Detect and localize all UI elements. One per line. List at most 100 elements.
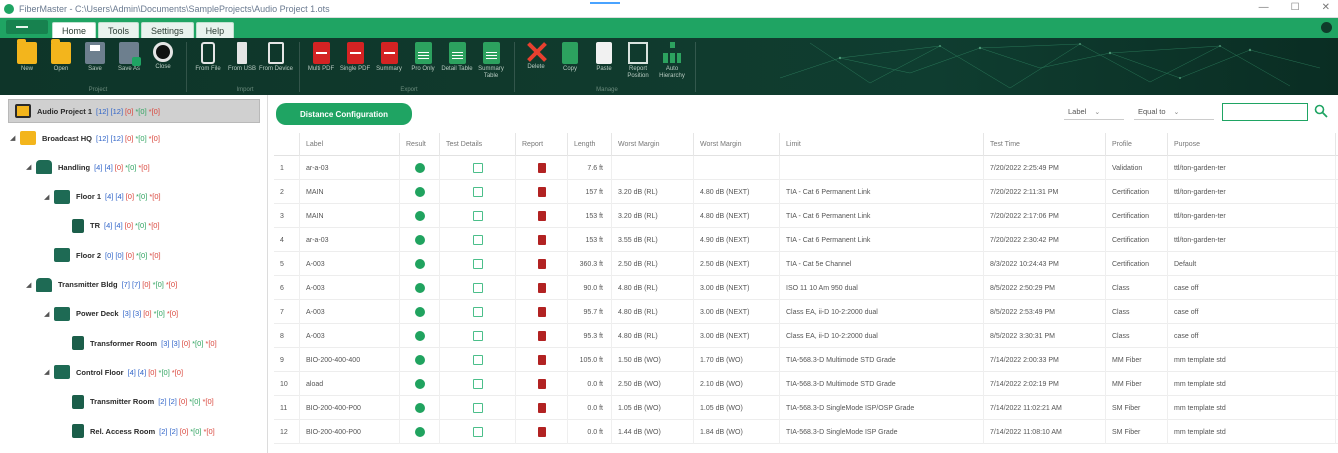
table-row[interactable]: 10 aload 0.0 ft 2.50 dB (WO) 2.10 dB (WO) TIA… bbox=[274, 372, 1338, 396]
close-project-button[interactable]: Close bbox=[146, 42, 180, 92]
table-row[interactable]: 12 BIO-200-400-P00 0.0 ft 1.44 dB (WO) 1.84 … bbox=[274, 420, 1338, 444]
column-header[interactable]: Report bbox=[516, 133, 568, 156]
ribbon-toggle-icon[interactable] bbox=[1321, 22, 1332, 33]
report-position-button[interactable]: Report Position bbox=[621, 42, 655, 92]
pdf-report-icon[interactable] bbox=[537, 331, 546, 341]
test-details-icon[interactable] bbox=[472, 427, 483, 437]
import-device-button[interactable]: From Device bbox=[259, 42, 293, 92]
column-header[interactable]: Result bbox=[400, 133, 440, 156]
open-button[interactable]: Open bbox=[44, 39, 78, 92]
row-number-header[interactable] bbox=[274, 133, 300, 156]
pdf-report-icon[interactable] bbox=[537, 163, 546, 173]
save-button[interactable]: Save bbox=[78, 42, 112, 92]
test-details-icon[interactable] bbox=[472, 187, 483, 197]
test-details-icon[interactable] bbox=[472, 355, 483, 365]
tree-node[interactable]: ◢ Transmitter Bldg [7] [7] [0] *[0] *[0] bbox=[26, 274, 179, 296]
tree-node[interactable]: TR [4] [4] [0] *[0] *[0] bbox=[62, 215, 162, 237]
pdf-report-icon[interactable] bbox=[537, 211, 546, 221]
column-header[interactable]: Test Time bbox=[984, 133, 1106, 156]
tab-home[interactable]: Home bbox=[52, 22, 97, 38]
delete-button[interactable]: Delete bbox=[519, 42, 553, 92]
export-single-pdf-button[interactable]: Single PDF bbox=[338, 42, 372, 92]
export-detail-table-button[interactable]: Detail Table bbox=[440, 42, 474, 92]
pdf-report-icon[interactable] bbox=[537, 307, 546, 317]
pdf-report-icon[interactable] bbox=[537, 259, 546, 269]
column-header[interactable]: Test Details bbox=[440, 133, 516, 156]
import-usb-button[interactable]: From USB bbox=[225, 42, 259, 92]
table-row[interactable]: 6 A-003 90.0 ft 4.80 dB (RL) 3.00 dB (NEXT) I… bbox=[274, 276, 1338, 300]
copy-button[interactable]: Copy bbox=[553, 42, 587, 92]
table-row[interactable]: 1 ar-a-03 7.6 ft 7/20/2022 2:25:49 PM Valida… bbox=[274, 156, 1338, 180]
pdf-report-icon[interactable] bbox=[537, 235, 546, 245]
test-details-icon[interactable] bbox=[472, 331, 483, 341]
pdf-report-icon[interactable] bbox=[537, 355, 546, 365]
save-as-button[interactable]: Save As bbox=[112, 42, 146, 92]
table-row[interactable]: 9 BIO-200-400-400 105.0 ft 1.50 dB (WO) 1.70… bbox=[274, 348, 1338, 372]
test-details-icon[interactable] bbox=[472, 283, 483, 293]
pdf-report-icon[interactable] bbox=[537, 403, 546, 413]
filter-operator-select[interactable]: Equal to ⌄ bbox=[1134, 104, 1214, 120]
table-cell bbox=[612, 156, 694, 180]
search-input[interactable] bbox=[1222, 103, 1308, 121]
test-details-icon[interactable] bbox=[472, 235, 483, 245]
tree-node[interactable]: Transmitter Room [2] [2] [0] *[0] *[0] bbox=[62, 391, 216, 413]
pdf-report-icon[interactable] bbox=[537, 283, 546, 293]
expand-chevron-icon[interactable]: ◢ bbox=[44, 193, 54, 201]
pdf-report-icon[interactable] bbox=[537, 379, 546, 389]
column-header[interactable]: Length bbox=[568, 133, 612, 156]
expand-chevron-icon[interactable]: ◢ bbox=[10, 134, 20, 142]
filter-field-select[interactable]: Label ⌄ bbox=[1064, 104, 1124, 120]
auto-hierarchy-button[interactable]: Auto Hierarchy bbox=[655, 42, 689, 92]
tab-tools[interactable]: Tools bbox=[98, 22, 140, 38]
export-multi-pdf-button[interactable]: Multi PDF bbox=[304, 42, 338, 92]
tree-node[interactable]: ◢ Floor 1 [4] [4] [0] *[0] *[0] bbox=[44, 186, 163, 208]
column-header[interactable]: Purpose bbox=[1168, 133, 1336, 156]
tree-node[interactable]: Rel. Access Room [2] [2] [0] *[0] *[0] bbox=[62, 420, 217, 442]
tree-node[interactable]: ◢ Control Floor [4] [4] [0] *[0] *[0] bbox=[44, 361, 185, 383]
file-menu-button[interactable] bbox=[6, 20, 48, 34]
search-icon[interactable] bbox=[1314, 104, 1328, 118]
close-window-icon[interactable]: ✕ bbox=[1322, 2, 1330, 13]
expand-chevron-icon[interactable]: ◢ bbox=[26, 163, 36, 171]
tab-help[interactable]: Help bbox=[195, 22, 235, 38]
tab-settings[interactable]: Settings bbox=[141, 22, 194, 38]
tree-node[interactable]: Audio Project 1 [12] [12] [0] *[0] *[0] bbox=[8, 99, 260, 123]
export-pro-button[interactable]: Pro Only bbox=[406, 42, 440, 92]
table-row[interactable]: 4 ar-a-03 153 ft 3.55 dB (RL) 4.90 dB (NEXT)… bbox=[274, 228, 1338, 252]
pdf-report-icon[interactable] bbox=[537, 187, 546, 197]
tree-node[interactable]: ◢ Handling [4] [4] [0] *[0] *[0] bbox=[26, 156, 152, 178]
table-row[interactable]: 7 A-003 95.7 ft 4.80 dB (RL) 3.00 dB (NEXT) C… bbox=[274, 300, 1338, 324]
import-file-button[interactable]: From File bbox=[191, 42, 225, 92]
paste-button[interactable]: Paste bbox=[587, 42, 621, 92]
export-summary-pdf-button[interactable]: Summary bbox=[372, 42, 406, 92]
test-details-icon[interactable] bbox=[472, 211, 483, 221]
column-header[interactable]: Limit bbox=[780, 133, 984, 156]
test-details-icon[interactable] bbox=[472, 403, 483, 413]
minimize-icon[interactable]: — bbox=[1259, 2, 1269, 13]
tree-node[interactable]: Transformer Room [3] [3] [0] *[0] *[0] bbox=[62, 332, 219, 354]
column-header[interactable]: Worst Margin bbox=[694, 133, 780, 156]
expand-chevron-icon[interactable]: ◢ bbox=[44, 368, 54, 376]
maximize-icon[interactable]: ☐ bbox=[1291, 2, 1300, 13]
expand-chevron-icon[interactable]: ◢ bbox=[44, 310, 54, 318]
table-row[interactable]: 5 A-003 360.3 ft 2.50 dB (RL) 2.50 dB (NEXT)… bbox=[274, 252, 1338, 276]
test-details-icon[interactable] bbox=[472, 379, 483, 389]
pdf-report-icon[interactable] bbox=[537, 427, 546, 437]
tree-node[interactable]: Floor 2 [0] [0] [0] *[0] *[0] bbox=[44, 244, 163, 266]
tree-node[interactable]: ◢ Broadcast HQ [12] [12] [0] *[0] *[0] bbox=[10, 127, 162, 149]
tree-node[interactable]: ◢ Power Deck [3] [3] [0] *[0] *[0] bbox=[44, 303, 180, 325]
table-row[interactable]: 8 A-003 95.3 ft 4.80 dB (RL) 3.00 dB (NEXT) C… bbox=[274, 324, 1338, 348]
distance-configuration-button[interactable]: Distance Configuration bbox=[276, 103, 412, 125]
table-row[interactable]: 11 BIO-200-400-P00 0.0 ft 1.05 dB (WO) 1.05 … bbox=[274, 396, 1338, 420]
test-details-icon[interactable] bbox=[472, 307, 483, 317]
table-row[interactable]: 3 MAIN 153 ft 3.20 dB (RL) 4.80 dB (NEXT) TIA… bbox=[274, 204, 1338, 228]
table-row[interactable]: 2 MAIN 157 ft 3.20 dB (RL) 4.80 dB (NEXT) TIA… bbox=[274, 180, 1338, 204]
expand-chevron-icon[interactable]: ◢ bbox=[26, 281, 36, 289]
new-button[interactable]: New bbox=[10, 39, 44, 92]
column-header[interactable]: Label bbox=[300, 133, 400, 156]
test-details-icon[interactable] bbox=[472, 163, 483, 173]
test-details-icon[interactable] bbox=[472, 259, 483, 269]
column-header[interactable]: Profile bbox=[1106, 133, 1168, 156]
export-summary-table-button[interactable]: Summary Table bbox=[474, 42, 508, 92]
column-header[interactable]: Worst Margin bbox=[612, 133, 694, 156]
